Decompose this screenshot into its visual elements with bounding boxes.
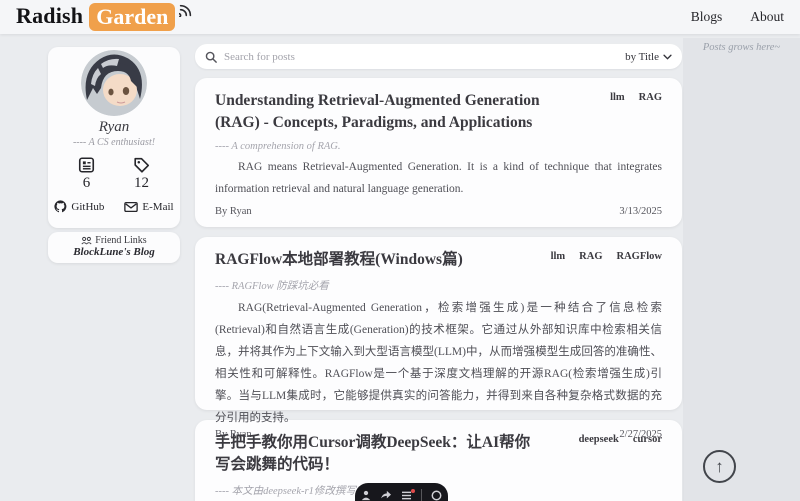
post-title[interactable]: RAGFlow本地部署教程(Windows篇)	[215, 249, 545, 271]
post-tag[interactable]: llm	[610, 92, 625, 103]
post-subtitle: ---- A comprehension of RAG.	[215, 141, 662, 152]
dock-user-icon[interactable]	[361, 490, 371, 501]
sort-dropdown[interactable]: by Title	[625, 51, 672, 63]
dock-menu-icon[interactable]	[401, 491, 412, 500]
avatar[interactable]	[81, 50, 147, 116]
post-tag[interactable]: RAGFlow	[617, 251, 663, 262]
dock-share-icon[interactable]	[380, 490, 392, 500]
site-header: Radish Garden Blogs About	[0, 0, 800, 34]
tags-count-stat[interactable]: 12	[132, 156, 151, 192]
arrow-up-icon: ↑	[715, 457, 724, 477]
posts-growth-hint: Posts grows here~	[683, 42, 800, 53]
nav-about[interactable]: About	[750, 9, 784, 25]
dock-notification-dot	[411, 489, 415, 493]
profile-card: Ryan ---- A CS enthusiast! 6 12 Git	[48, 47, 180, 228]
search-bar: by Title	[195, 44, 682, 69]
bottom-dock	[355, 483, 448, 501]
profile-name: Ryan	[48, 119, 180, 136]
post-tag[interactable]: RAG	[579, 251, 602, 262]
profile-links: GitHub E-Mail	[48, 200, 180, 213]
post-tag[interactable]: cursor	[633, 434, 662, 445]
post-excerpt: RAG(Retrieval-Augmented Generation，检索增强生…	[215, 297, 662, 429]
post-card[interactable]: Understanding Retrieval-Augmented Genera…	[195, 78, 682, 227]
github-link[interactable]: GitHub	[54, 200, 104, 213]
email-link[interactable]: E-Mail	[124, 200, 173, 213]
post-tags: deepseek cursor	[579, 432, 662, 445]
site-logo[interactable]: Radish Garden	[16, 3, 192, 31]
main-content: by Title Understanding Retrieval-Augment…	[195, 44, 682, 501]
dock-status-icon[interactable]	[431, 490, 442, 501]
post-date: 3/13/2025	[619, 206, 662, 217]
github-icon	[54, 200, 67, 213]
post-title[interactable]: Understanding Retrieval-Augmented Genera…	[215, 90, 545, 134]
post-subtitle: ---- RAGFlow 防踩坑必看	[215, 278, 662, 293]
chevron-down-icon	[663, 54, 672, 60]
posts-count-stat[interactable]: 6	[77, 156, 96, 192]
friend-link-blocklune[interactable]: BlockLune's Blog	[48, 246, 180, 258]
logo-text-radish: Radish	[16, 3, 83, 29]
posts-icon	[77, 156, 96, 174]
post-tag[interactable]: deepseek	[579, 434, 619, 445]
nav-blogs[interactable]: Blogs	[691, 9, 723, 25]
profile-stats: 6 12	[48, 156, 180, 192]
email-link-label: E-Mail	[142, 201, 173, 213]
tag-icon	[132, 156, 151, 174]
friend-links-title: Friend Links	[48, 235, 180, 246]
scroll-to-top-button[interactable]: ↑	[703, 450, 736, 483]
logo-text-garden: Garden	[89, 3, 175, 31]
post-title[interactable]: 手把手教你用Cursor调教DeepSeek：让AI帮你写会跳舞的代码！	[215, 432, 545, 476]
profile-bio: ---- A CS enthusiast!	[48, 137, 180, 148]
post-excerpt: RAG means Retrieval-Augmented Generation…	[215, 156, 662, 200]
sort-dropdown-label: by Title	[625, 51, 659, 63]
tags-count: 12	[134, 175, 149, 192]
mail-icon	[124, 201, 138, 213]
posts-growth-panel: Posts grows here~	[683, 38, 800, 501]
dock-divider	[421, 489, 422, 501]
header-nav: Blogs About	[691, 9, 784, 25]
friend-links-icon	[81, 236, 92, 245]
post-footer: By Ryan 3/13/2025	[215, 206, 662, 217]
post-tag[interactable]: RAG	[639, 92, 662, 103]
post-author: By Ryan	[215, 206, 252, 217]
posts-count: 6	[83, 175, 91, 192]
post-tag[interactable]: llm	[551, 251, 566, 262]
post-tags: llm RAG	[610, 90, 662, 103]
search-input[interactable]	[224, 51, 625, 63]
search-icon	[205, 51, 217, 63]
github-link-label: GitHub	[71, 201, 104, 213]
friend-links-title-label: Friend Links	[95, 235, 146, 246]
rss-icon[interactable]	[179, 4, 192, 17]
friend-links-card: Friend Links BlockLune's Blog	[48, 232, 180, 263]
post-card[interactable]: RAGFlow本地部署教程(Windows篇) llm RAG RAGFlow …	[195, 237, 682, 410]
post-tags: llm RAG RAGFlow	[551, 249, 662, 262]
blog-page: Radish Garden Blogs About Posts grows he…	[0, 0, 800, 501]
